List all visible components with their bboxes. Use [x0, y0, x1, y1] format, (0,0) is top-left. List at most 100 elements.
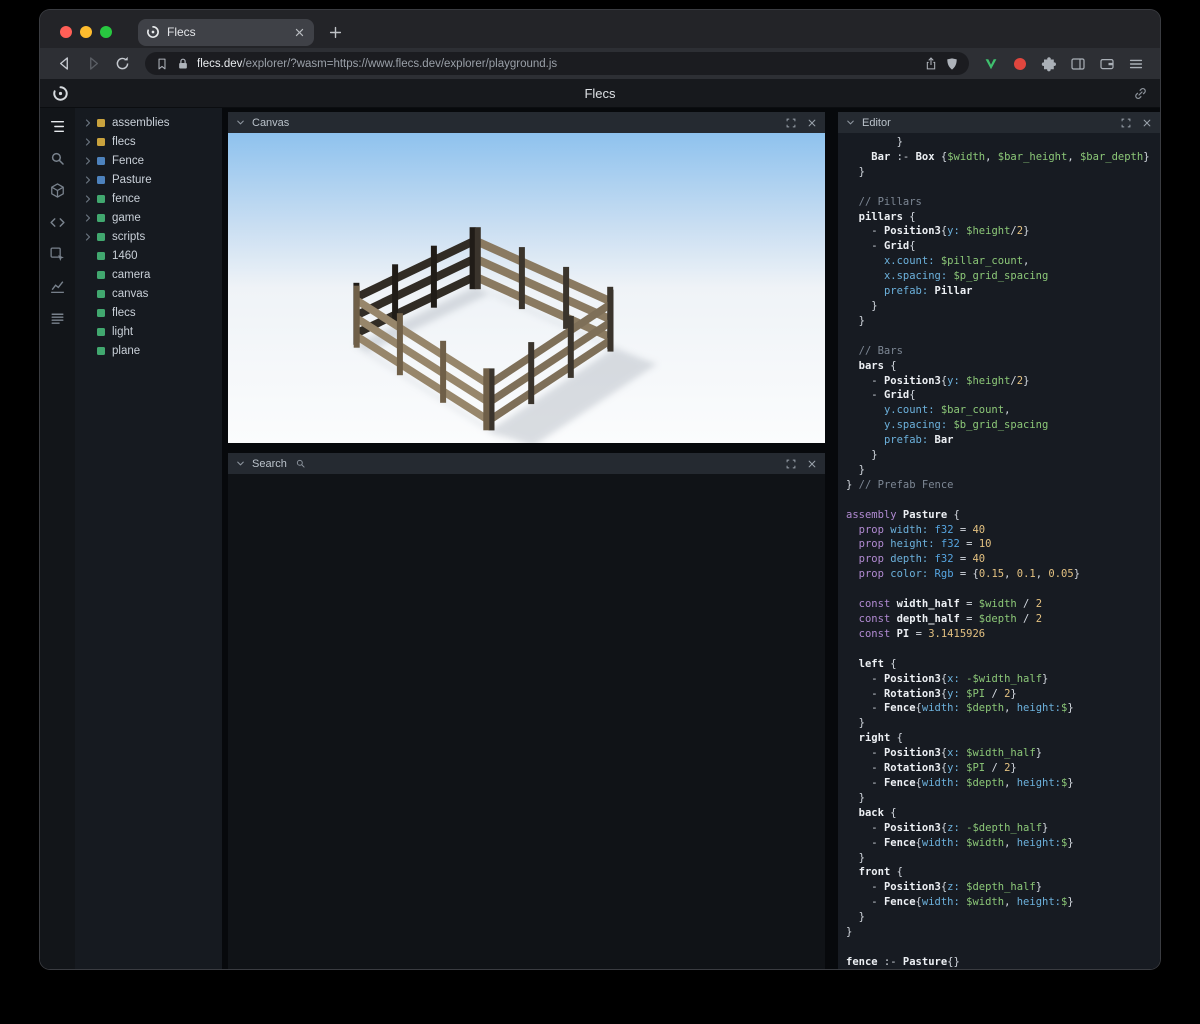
search-panel-header: Search — [228, 453, 825, 474]
entity-tree: assemblies flecs Fence Pasture fence game scri… — [75, 108, 222, 969]
extensions-puzzle-icon[interactable] — [1041, 56, 1057, 72]
back-button[interactable] — [56, 55, 73, 72]
entity-color-swatch — [97, 289, 105, 298]
collapse-chevron-icon[interactable] — [845, 117, 856, 128]
expand-chevron-icon[interactable] — [82, 193, 94, 205]
code-line: prop width: f32 = 40 — [858, 523, 986, 536]
tree-item-Pasture[interactable]: Pasture — [75, 170, 222, 189]
expand-chevron-icon[interactable] — [82, 117, 94, 129]
brave-shield-icon[interactable] — [945, 57, 959, 71]
chart-icon[interactable] — [49, 278, 66, 295]
3d-viewport[interactable] — [228, 133, 825, 443]
editor-panel: Editor } Bar :- Box {$width, $bar_height… — [838, 112, 1160, 969]
tree-item-fence[interactable]: fence — [75, 189, 222, 208]
tree-item-label: assemblies — [112, 116, 170, 129]
tree-item-scripts[interactable]: scripts — [75, 227, 222, 246]
editor-panel-title: Editor — [862, 116, 891, 129]
code-line: Bar :- Box {$width, $bar_height, $bar_de… — [871, 150, 1150, 163]
collapse-chevron-icon[interactable] — [235, 458, 246, 469]
expand-chevron-icon[interactable] — [82, 174, 94, 186]
tree-item-game[interactable]: game — [75, 208, 222, 227]
code-line: - Fence{width: $depth, height:$} — [846, 776, 1074, 789]
expand-chevron-icon[interactable] — [82, 136, 94, 148]
code-line: - Position3{y: $height/2} — [846, 374, 1030, 387]
code-line: const PI = 3.1415926 — [858, 627, 986, 640]
address-bar[interactable]: flecs.dev/explorer/?wasm=https://www.fle… — [145, 52, 969, 75]
red-dot-extension-icon[interactable] — [1012, 56, 1028, 72]
left-icon-sidebar — [40, 108, 75, 969]
close-panel-icon[interactable] — [1141, 117, 1153, 129]
code-line: } — [846, 717, 865, 730]
entity-color-swatch — [97, 213, 105, 222]
code-line: - Position3{x: -$width_half} — [846, 672, 1049, 685]
zoom-window-button[interactable] — [100, 26, 112, 38]
entity-color-swatch — [97, 232, 105, 241]
fullscreen-icon[interactable] — [785, 458, 797, 470]
code-line: prop color: Rgb = {0.15, 0.1, 0.05} — [858, 568, 1081, 581]
code-line: - Grid{ — [846, 240, 916, 253]
search-panel: Search — [228, 453, 825, 969]
code-line: - Rotation3{y: $PI / 2} — [846, 687, 1017, 700]
code-line: } — [846, 449, 878, 462]
fullscreen-icon[interactable] — [785, 117, 797, 129]
3d-scene — [228, 133, 825, 443]
tree-item-camera[interactable]: camera — [75, 265, 222, 284]
tree-item-label: Pasture — [112, 173, 152, 186]
entity-color-swatch — [97, 308, 105, 317]
tab-close-icon[interactable] — [293, 26, 306, 39]
browser-menu-icon[interactable] — [1128, 56, 1144, 72]
tree-item-flecs[interactable]: flecs — [75, 132, 222, 151]
entity-color-swatch — [97, 251, 105, 260]
code-line: prop height: f32 = 10 — [858, 538, 992, 551]
share-icon[interactable] — [924, 56, 938, 71]
tree-item-Fence[interactable]: Fence — [75, 151, 222, 170]
browser-tab[interactable]: Flecs — [138, 18, 314, 46]
expand-chevron-icon[interactable] — [82, 212, 94, 224]
code-line: prefab: Bar — [883, 434, 954, 447]
new-tab-button[interactable] — [328, 25, 343, 40]
stack-icon[interactable] — [49, 310, 66, 327]
expand-chevron-icon[interactable] — [82, 231, 94, 243]
code-line: assembly Pasture { — [846, 508, 960, 521]
cube-icon[interactable] — [49, 182, 66, 199]
code-editor[interactable]: } Bar :- Box {$width, $bar_height, $bar_… — [838, 133, 1160, 969]
tree-item-canvas[interactable]: canvas — [75, 284, 222, 303]
page-title: Flecs — [584, 85, 616, 101]
tree-item-label: plane — [112, 344, 141, 357]
tree-item-1460[interactable]: 1460 — [75, 246, 222, 265]
code-icon[interactable] — [49, 214, 66, 231]
tree-item-flecs[interactable]: flecs — [75, 303, 222, 322]
inspect-icon[interactable] — [49, 246, 66, 263]
bookmark-icon[interactable] — [155, 57, 169, 71]
v-extension-icon[interactable] — [983, 56, 999, 72]
entity-color-swatch — [97, 118, 105, 127]
minimize-window-button[interactable] — [80, 26, 92, 38]
tree-item-assemblies[interactable]: assemblies — [75, 113, 222, 132]
close-panel-icon[interactable] — [806, 458, 818, 470]
tab-strip: Flecs — [40, 10, 1160, 48]
collapse-chevron-icon[interactable] — [235, 117, 246, 128]
expand-chevron-icon[interactable] — [82, 155, 94, 167]
reload-button[interactable] — [114, 55, 131, 72]
code-line: const width_half = $width / 2 — [858, 598, 1043, 611]
search-results-area — [228, 474, 825, 969]
search-icon[interactable] — [49, 150, 66, 167]
entity-color-swatch — [97, 270, 105, 279]
wallet-icon[interactable] — [1099, 56, 1115, 72]
close-window-button[interactable] — [60, 26, 72, 38]
tab-title: Flecs — [167, 25, 196, 39]
tree-item-label: light — [112, 325, 134, 338]
tree-item-light[interactable]: light — [75, 322, 222, 341]
fullscreen-icon[interactable] — [1120, 117, 1132, 129]
forward-button[interactable] — [85, 55, 102, 72]
tree-item-plane[interactable]: plane — [75, 341, 222, 360]
tree-icon[interactable] — [49, 118, 66, 135]
close-panel-icon[interactable] — [806, 117, 818, 129]
tree-item-label: fence — [112, 192, 141, 205]
side-panel-icon[interactable] — [1070, 56, 1086, 72]
share-link-icon[interactable] — [1133, 86, 1148, 101]
tree-item-label: camera — [112, 268, 151, 281]
code-line: - Fence{width: $width, height:$} — [846, 836, 1074, 849]
